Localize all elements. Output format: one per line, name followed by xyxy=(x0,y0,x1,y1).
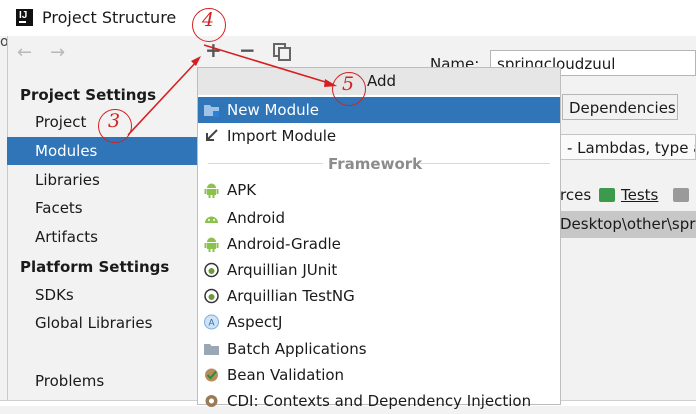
forward-arrow-icon[interactable]: → xyxy=(50,42,65,63)
annotation-number-5: 5 xyxy=(342,73,355,95)
nav-item-artifacts[interactable]: Artifacts xyxy=(7,223,197,251)
annotation-number-4: 4 xyxy=(202,9,215,31)
menu-item-new-module[interactable]: New Module xyxy=(198,97,560,123)
cdi-icon xyxy=(205,395,218,407)
arquillian-icon xyxy=(204,288,219,304)
intellij-logo-icon: IJ xyxy=(16,9,33,26)
aspectj-icon: A xyxy=(204,314,219,330)
menu-item-bean-validation[interactable]: Bean Validation xyxy=(198,362,560,388)
menu-item-android-gradle[interactable]: Android-Gradle xyxy=(198,231,560,257)
window-title: Project Structure xyxy=(42,8,177,27)
nav-item-global-libraries[interactable]: Global Libraries xyxy=(7,309,197,337)
content-root-path[interactable]: Desktop\other\spri xyxy=(558,211,696,238)
nav-item-problems[interactable]: Problems xyxy=(7,367,197,395)
tests-folder-icon xyxy=(599,188,615,202)
remove-button[interactable]: − xyxy=(239,38,256,62)
menu-item-cdi[interactable]: CDI: Contexts and Dependency Injection xyxy=(198,388,560,414)
android-head-icon xyxy=(205,216,218,223)
import-arrow-icon xyxy=(206,129,218,141)
excluded-folder-icon[interactable] xyxy=(673,188,689,202)
menu-item-arquillian-testng[interactable]: Arquillian TestNG xyxy=(198,283,560,309)
arquillian-icon xyxy=(204,262,219,278)
menu-item-apk[interactable]: APK xyxy=(198,177,560,203)
annotation-number-3: 3 xyxy=(108,110,121,132)
section-platform-settings: Platform Settings xyxy=(20,258,170,276)
nav-item-libraries[interactable]: Libraries xyxy=(7,166,197,194)
copy-icon[interactable] xyxy=(273,43,291,61)
menu-item-import-module[interactable]: Import Module xyxy=(198,123,560,149)
tab-dependencies[interactable]: Dependencies xyxy=(562,94,678,120)
android-icon xyxy=(204,237,219,252)
popup-title: Add xyxy=(367,72,397,90)
menu-item-arquillian-junit[interactable]: Arquillian JUnit xyxy=(198,257,560,283)
section-project-settings: Project Settings xyxy=(20,86,157,104)
nav-item-modules[interactable]: Modules xyxy=(7,137,197,165)
svg-text:A: A xyxy=(208,318,214,328)
language-level-select[interactable]: - Lambdas, type an xyxy=(560,134,696,160)
menu-item-aspectj[interactable]: AspectJ xyxy=(198,309,560,335)
tests-button[interactable]: Tests xyxy=(621,186,658,204)
module-folder-icon xyxy=(204,105,219,117)
android-icon xyxy=(204,183,219,198)
framework-header: Framework xyxy=(328,155,423,173)
sources-tab-fragment[interactable]: rces xyxy=(560,186,591,204)
nav-item-sdks[interactable]: SDKs xyxy=(7,281,197,309)
menu-item-android[interactable]: Android xyxy=(198,205,560,231)
nav-item-facets[interactable]: Facets xyxy=(7,194,197,222)
folder-icon xyxy=(204,344,219,355)
menu-item-batch-applications[interactable]: Batch Applications xyxy=(198,336,560,362)
back-arrow-icon[interactable]: ← xyxy=(17,42,32,63)
bean-validation-icon xyxy=(205,368,218,382)
